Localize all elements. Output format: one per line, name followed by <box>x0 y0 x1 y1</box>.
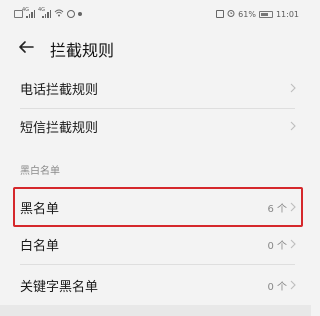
status-bar: 4G 4G 61% 11:01 <box>0 0 311 28</box>
whitelist-item[interactable]: 白名单 0 个 <box>0 223 311 265</box>
clock-time: 11:01 <box>275 9 299 19</box>
chevron-right-icon <box>290 239 296 249</box>
phone-block-rules-item[interactable]: 电话拦截规则 <box>0 67 311 109</box>
battery-icon <box>258 10 273 18</box>
signal-icon-1: 4G <box>22 7 35 18</box>
status-right: 61% 11:01 <box>216 9 299 19</box>
battery-percent: 61% <box>238 9 256 19</box>
signal-tag-1: 4G <box>22 7 30 13</box>
whitelist-label: 白名单 <box>20 238 60 254</box>
sms-block-rules-label: 短信拦截规则 <box>20 120 99 136</box>
alarm-icon <box>227 9 235 19</box>
phone-block-rules-label: 电话拦截规则 <box>20 82 99 98</box>
back-arrow-icon[interactable] <box>18 39 34 55</box>
settings-icon <box>67 10 75 18</box>
keyword-blacklist-item[interactable]: 关键字黑名单 0 个 <box>0 264 311 306</box>
whitelist-count: 0 个 <box>267 240 287 252</box>
keyword-blacklist-count: 0 个 <box>267 281 287 293</box>
header: 拦截规则 <box>0 28 311 66</box>
nfc-icon <box>216 10 225 18</box>
signal-dot-icon <box>78 12 82 16</box>
keyword-blacklist-label: 关键字黑名单 <box>20 279 99 295</box>
chevron-right-icon <box>290 280 296 290</box>
highlight-box <box>13 187 303 227</box>
chevron-right-icon <box>290 83 296 93</box>
signal-icon-2: 4G <box>38 7 51 18</box>
signal-tag-2: 4G <box>38 7 46 13</box>
sms-block-rules-item[interactable]: 短信拦截规则 <box>0 105 311 147</box>
bottom-edge <box>0 305 311 316</box>
wifi-icon <box>54 9 64 19</box>
page-title: 拦截规则 <box>50 41 115 60</box>
chevron-right-icon <box>290 121 296 131</box>
status-left: 4G 4G <box>14 7 82 19</box>
section-header-blackwhite-list: 黑白名单 <box>20 166 60 177</box>
